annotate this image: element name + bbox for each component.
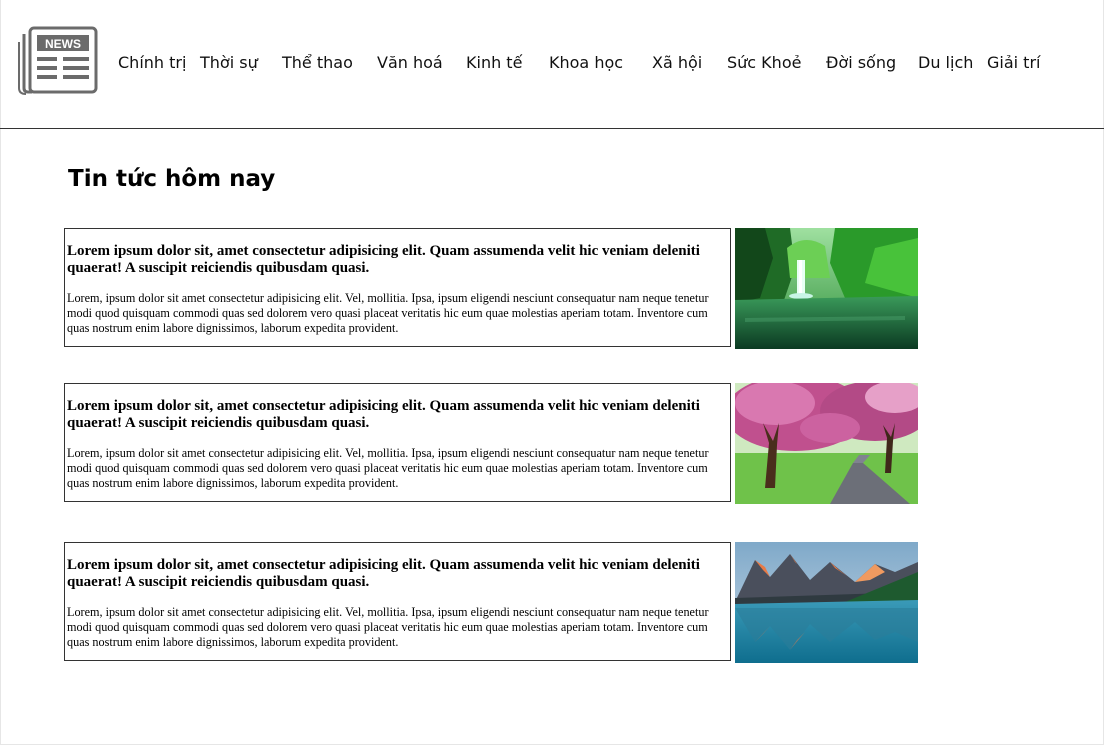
waterfall-photo[interactable]: [735, 228, 918, 349]
nav-item-khoa-hoc[interactable]: Khoa học: [549, 53, 623, 72]
mountain-lake-photo[interactable]: [735, 542, 918, 663]
page-title: Tin tức hôm nay: [68, 166, 276, 192]
nav-item-du-lich[interactable]: Du lịch: [918, 53, 973, 72]
nav-item-giai-tri[interactable]: Giải trí: [987, 53, 1040, 72]
article-headline[interactable]: Lorem ipsum dolor sit, amet consectetur …: [67, 243, 728, 277]
nav-item-thoi-su[interactable]: Thời sự: [200, 53, 258, 72]
nav-item-suc-khoe[interactable]: Sức Khoẻ: [727, 53, 801, 72]
article-headline[interactable]: Lorem ipsum dolor sit, amet consectetur …: [67, 557, 728, 591]
article-card[interactable]: Lorem ipsum dolor sit, amet consectetur …: [64, 542, 731, 661]
newspaper-icon[interactable]: NEWS: [16, 24, 100, 96]
nav-item-kinh-te[interactable]: Kinh tế: [466, 53, 522, 72]
article-summary: Lorem, ipsum dolor sit amet consectetur …: [67, 605, 709, 649]
nav-item-the-thao[interactable]: Thể thao: [282, 53, 353, 72]
nav-item-xa-hoi[interactable]: Xã hội: [652, 53, 702, 72]
nav-item-chinh-tri[interactable]: Chính trị: [118, 53, 186, 72]
article-headline[interactable]: Lorem ipsum dolor sit, amet consectetur …: [67, 398, 728, 432]
site-header: NEWS Chính trị Thời sự Thể thao Văn hoá …: [0, 0, 1104, 129]
article-card[interactable]: Lorem ipsum dolor sit, amet consectetur …: [64, 383, 731, 502]
article-card[interactable]: Lorem ipsum dolor sit, amet consectetur …: [64, 228, 731, 347]
article-summary: Lorem, ipsum dolor sit amet consectetur …: [67, 291, 709, 335]
nav-item-doi-song[interactable]: Đời sống: [826, 53, 896, 72]
logo-text: NEWS: [45, 37, 81, 51]
article-summary: Lorem, ipsum dolor sit amet consectetur …: [67, 446, 709, 490]
nav-item-van-hoa[interactable]: Văn hoá: [377, 53, 443, 72]
cherry-blossom-photo[interactable]: [735, 383, 918, 504]
